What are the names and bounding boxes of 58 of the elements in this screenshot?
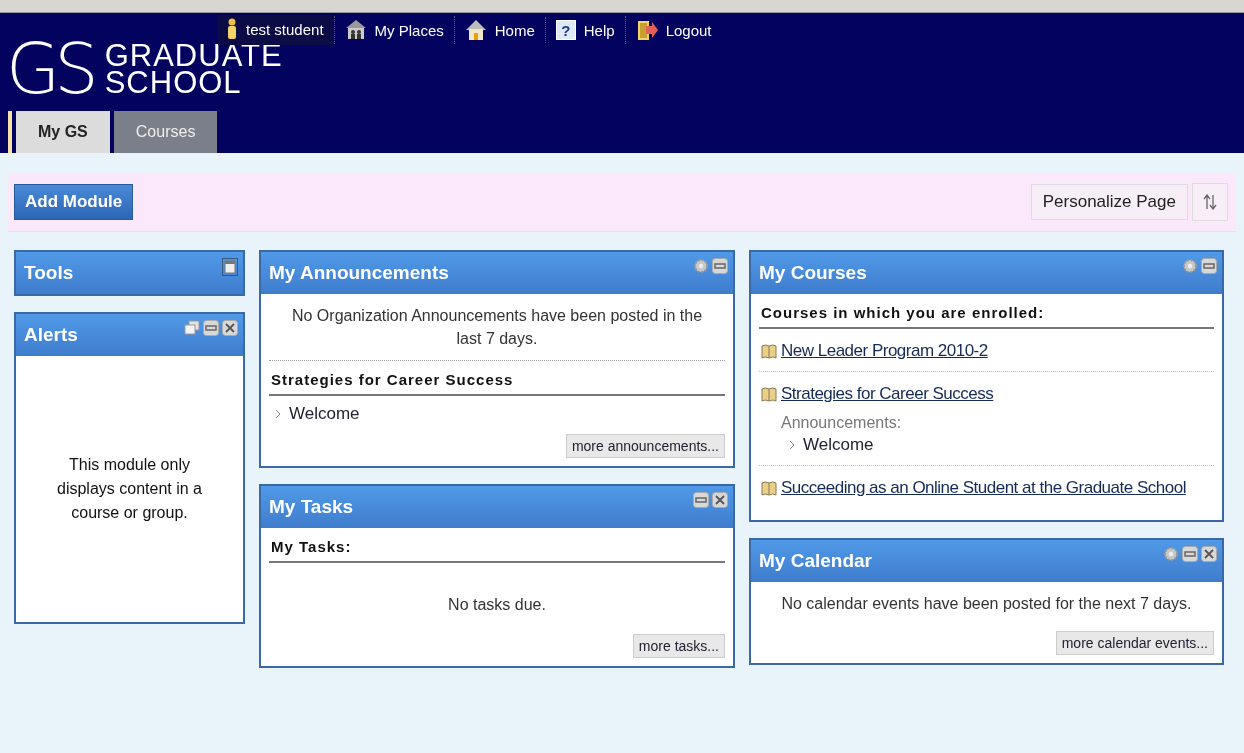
module-title: Tools — [24, 262, 74, 284]
up-down-arrows-icon — [1203, 194, 1217, 210]
announcements-label: Announcements: — [781, 414, 903, 432]
section-heading: My Tasks: — [269, 528, 725, 563]
logo-text: SCHOOL — [104, 69, 242, 96]
module-message: This module only displays content in a course or group. — [56, 455, 203, 523]
logo-text: GRADUATE — [104, 42, 283, 69]
module-message: No calendar events have been posted for the next 7 days. — [780, 594, 1193, 614]
windows-icon[interactable] — [184, 320, 200, 336]
module-message: No tasks due. — [447, 595, 547, 615]
exit-door-icon — [635, 19, 658, 41]
logo-mark: GS — [6, 39, 94, 99]
gear-icon[interactable] — [1182, 258, 1198, 274]
module-title: My Announcements — [269, 262, 449, 284]
window-icon[interactable] — [222, 258, 238, 276]
nav-link[interactable]: My Places — [333, 16, 454, 44]
tab[interactable]: My GS — [16, 111, 110, 153]
home-icon — [464, 19, 487, 41]
announcement-link[interactable]: Welcome — [761, 432, 1212, 455]
announcement-link[interactable]: Welcome — [269, 396, 725, 428]
close-icon[interactable] — [222, 320, 238, 336]
gear-icon[interactable] — [1163, 546, 1179, 562]
more-button[interactable]: more tasks... — [632, 634, 725, 658]
course-link[interactable]: Succeeding as an Online Student at the Graduate School — [781, 478, 1186, 498]
book-icon — [761, 386, 777, 402]
user-name: test student — [246, 20, 324, 38]
module-title: Alerts — [24, 324, 78, 346]
module-title: My Courses — [759, 262, 867, 284]
add-module-button[interactable]: Add Module — [14, 184, 134, 220]
help-icon: ? — [555, 20, 576, 40]
nav-link[interactable]: Logout — [624, 16, 722, 44]
sort-button[interactable] — [1192, 183, 1228, 221]
minimize-icon[interactable] — [1201, 258, 1217, 274]
section-heading: Courses in which you are enrolled: — [759, 294, 1214, 329]
chevron-icon — [789, 440, 795, 450]
minimize-icon[interactable] — [712, 258, 728, 274]
close-icon[interactable] — [1201, 546, 1217, 562]
chevron-icon — [275, 409, 281, 419]
section-heading: Strategies for Career Success — [269, 361, 725, 396]
book-icon — [761, 480, 777, 496]
nav-link[interactable]: ? Help — [544, 17, 625, 43]
minimize-icon[interactable] — [1182, 546, 1198, 562]
gear-icon[interactable] — [693, 258, 709, 274]
module-title: My Tasks — [269, 496, 354, 518]
module-message: No Organization Announcements have been posted in the last 7 days. — [269, 294, 725, 361]
personalize-page-button[interactable]: Personalize Page — [1030, 184, 1188, 220]
person-icon — [226, 18, 238, 40]
course-link[interactable]: Strategies for Career Success — [781, 384, 994, 404]
nav-link[interactable]: Home — [453, 16, 545, 44]
close-icon[interactable] — [712, 492, 728, 508]
module-title: My Calendar — [759, 550, 872, 572]
more-button[interactable]: more calendar events... — [1055, 631, 1214, 655]
more-button[interactable]: more announcements... — [565, 434, 725, 458]
course-link[interactable]: New Leader Program 2010-2 — [781, 341, 988, 361]
minimize-icon[interactable] — [693, 492, 709, 508]
people-house-icon — [344, 19, 367, 41]
book-icon — [761, 343, 777, 359]
minimize-icon[interactable] — [203, 320, 219, 336]
